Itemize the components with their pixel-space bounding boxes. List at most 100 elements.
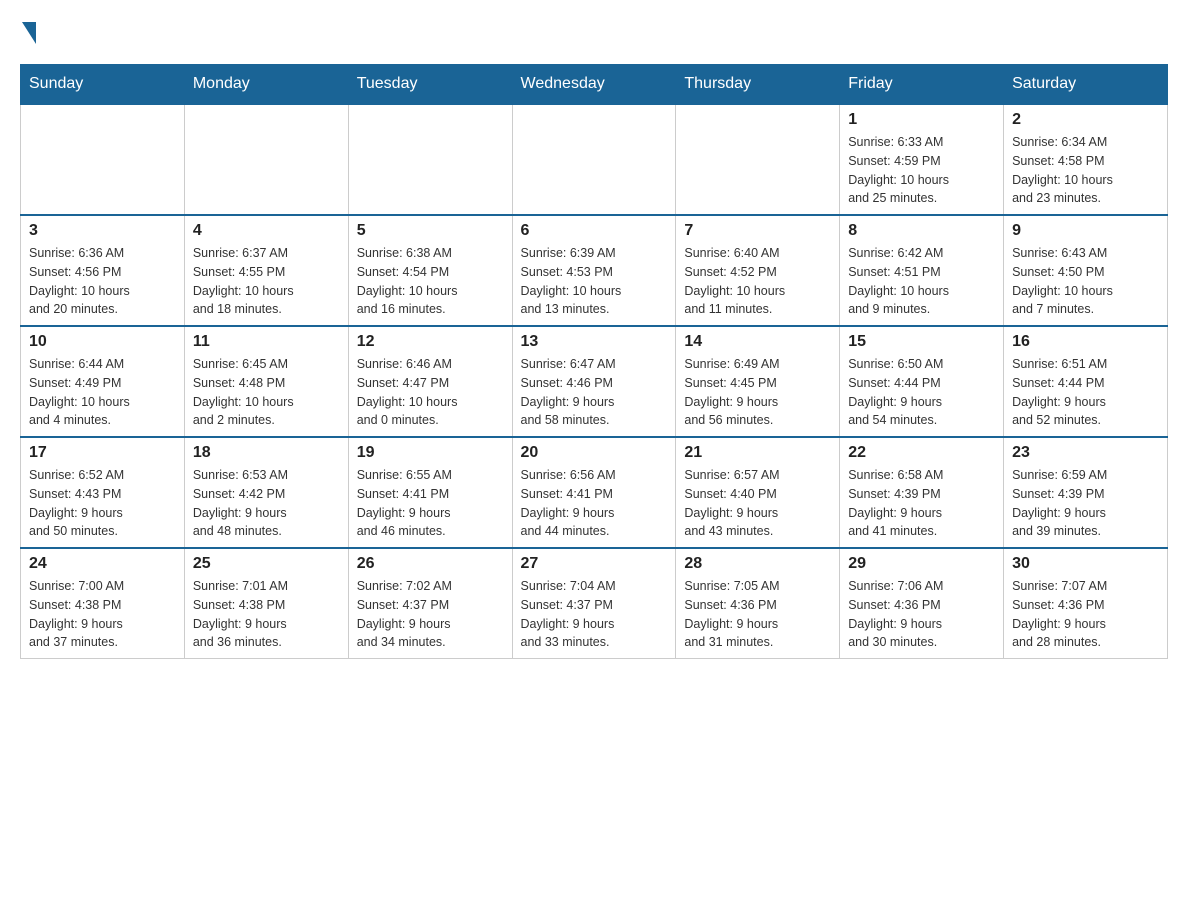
calendar-cell: 4 Sunrise: 6:37 AMSunset: 4:55 PMDaylight…	[184, 215, 348, 326]
calendar-cell: 5 Sunrise: 6:38 AMSunset: 4:54 PMDaylight…	[348, 215, 512, 326]
calendar-cell: 12 Sunrise: 6:46 AMSunset: 4:47 PMDayligh…	[348, 326, 512, 437]
day-info: Sunrise: 7:05 AMSunset: 4:36 PMDaylight:…	[684, 577, 831, 652]
day-header-tuesday: Tuesday	[348, 65, 512, 105]
day-info: Sunrise: 6:50 AMSunset: 4:44 PMDaylight:…	[848, 355, 995, 430]
day-info: Sunrise: 6:53 AMSunset: 4:42 PMDaylight:…	[193, 466, 340, 541]
calendar-table: SundayMondayTuesdayWednesdayThursdayFrid…	[20, 64, 1168, 659]
day-number: 11	[193, 333, 340, 351]
day-info: Sunrise: 6:42 AMSunset: 4:51 PMDaylight:…	[848, 244, 995, 319]
calendar-cell: 13Sunrise: 6:47 AMSunset: 4:46 PMDayligh…	[512, 326, 676, 437]
calendar-cell: 2 Sunrise: 6:34 AMSunset: 4:58 PMDaylight…	[1004, 104, 1168, 215]
calendar-cell	[21, 104, 185, 215]
day-info: Sunrise: 6:55 AMSunset: 4:41 PMDaylight:…	[357, 466, 504, 541]
page-header	[20, 20, 1168, 44]
day-number: 17	[29, 444, 176, 462]
day-info: Sunrise: 7:07 AMSunset: 4:36 PMDaylight:…	[1012, 577, 1159, 652]
calendar-cell: 26 Sunrise: 7:02 AMSunset: 4:37 PMDayligh…	[348, 548, 512, 659]
day-info: Sunrise: 7:01 AMSunset: 4:38 PMDaylight:…	[193, 577, 340, 652]
calendar-cell	[348, 104, 512, 215]
day-number: 25	[193, 555, 340, 573]
day-info: Sunrise: 6:36 AMSunset: 4:56 PMDaylight:…	[29, 244, 176, 319]
calendar-cell: 25 Sunrise: 7:01 AMSunset: 4:38 PMDayligh…	[184, 548, 348, 659]
logo	[20, 20, 36, 44]
day-header-friday: Friday	[840, 65, 1004, 105]
week-row-4: 17 Sunrise: 6:52 AMSunset: 4:43 PMDayligh…	[21, 437, 1168, 548]
day-number: 4	[193, 222, 340, 240]
calendar-cell: 18Sunrise: 6:53 AMSunset: 4:42 PMDayligh…	[184, 437, 348, 548]
calendar-cell: 15 Sunrise: 6:50 AMSunset: 4:44 PMDayligh…	[840, 326, 1004, 437]
calendar-cell: 10 Sunrise: 6:44 AMSunset: 4:49 PMDayligh…	[21, 326, 185, 437]
calendar-cell: 28 Sunrise: 7:05 AMSunset: 4:36 PMDayligh…	[676, 548, 840, 659]
calendar-cell: 7 Sunrise: 6:40 AMSunset: 4:52 PMDaylight…	[676, 215, 840, 326]
calendar-cell: 23Sunrise: 6:59 AMSunset: 4:39 PMDayligh…	[1004, 437, 1168, 548]
day-number: 27	[521, 555, 668, 573]
day-info: Sunrise: 6:38 AMSunset: 4:54 PMDaylight:…	[357, 244, 504, 319]
calendar-cell: 16 Sunrise: 6:51 AMSunset: 4:44 PMDayligh…	[1004, 326, 1168, 437]
day-header-sunday: Sunday	[21, 65, 185, 105]
day-info: Sunrise: 6:58 AMSunset: 4:39 PMDaylight:…	[848, 466, 995, 541]
calendar-cell: 27 Sunrise: 7:04 AMSunset: 4:37 PMDayligh…	[512, 548, 676, 659]
day-info: Sunrise: 6:37 AMSunset: 4:55 PMDaylight:…	[193, 244, 340, 319]
calendar-cell	[184, 104, 348, 215]
day-info: Sunrise: 6:44 AMSunset: 4:49 PMDaylight:…	[29, 355, 176, 430]
day-info: Sunrise: 6:39 AMSunset: 4:53 PMDaylight:…	[521, 244, 668, 319]
day-info: Sunrise: 6:52 AMSunset: 4:43 PMDaylight:…	[29, 466, 176, 541]
day-number: 5	[357, 222, 504, 240]
day-number: 20	[521, 444, 668, 462]
day-info: Sunrise: 7:04 AMSunset: 4:37 PMDaylight:…	[521, 577, 668, 652]
day-info: Sunrise: 6:45 AMSunset: 4:48 PMDaylight:…	[193, 355, 340, 430]
day-info: Sunrise: 6:40 AMSunset: 4:52 PMDaylight:…	[684, 244, 831, 319]
week-row-1: 1Sunrise: 6:33 AMSunset: 4:59 PMDaylight…	[21, 104, 1168, 215]
calendar-cell: 22 Sunrise: 6:58 AMSunset: 4:39 PMDayligh…	[840, 437, 1004, 548]
day-number: 23	[1012, 444, 1159, 462]
week-row-5: 24 Sunrise: 7:00 AMSunset: 4:38 PMDayligh…	[21, 548, 1168, 659]
day-number: 10	[29, 333, 176, 351]
day-number: 22	[848, 444, 995, 462]
calendar-cell: 14 Sunrise: 6:49 AMSunset: 4:45 PMDayligh…	[676, 326, 840, 437]
calendar-cell	[676, 104, 840, 215]
day-info: Sunrise: 6:56 AMSunset: 4:41 PMDaylight:…	[521, 466, 668, 541]
day-number: 24	[29, 555, 176, 573]
week-row-2: 3 Sunrise: 6:36 AMSunset: 4:56 PMDaylight…	[21, 215, 1168, 326]
day-info: Sunrise: 7:02 AMSunset: 4:37 PMDaylight:…	[357, 577, 504, 652]
day-number: 3	[29, 222, 176, 240]
calendar-cell: 11 Sunrise: 6:45 AMSunset: 4:48 PMDayligh…	[184, 326, 348, 437]
calendar-cell: 20 Sunrise: 6:56 AMSunset: 4:41 PMDayligh…	[512, 437, 676, 548]
day-info: Sunrise: 6:46 AMSunset: 4:47 PMDaylight:…	[357, 355, 504, 430]
day-number: 30	[1012, 555, 1159, 573]
day-header-thursday: Thursday	[676, 65, 840, 105]
day-header-wednesday: Wednesday	[512, 65, 676, 105]
day-number: 13	[521, 333, 668, 351]
calendar-cell: 9Sunrise: 6:43 AMSunset: 4:50 PMDaylight…	[1004, 215, 1168, 326]
day-header-monday: Monday	[184, 65, 348, 105]
day-number: 2	[1012, 111, 1159, 129]
day-number: 8	[848, 222, 995, 240]
calendar-cell: 29Sunrise: 7:06 AMSunset: 4:36 PMDayligh…	[840, 548, 1004, 659]
day-header-saturday: Saturday	[1004, 65, 1168, 105]
day-number: 7	[684, 222, 831, 240]
calendar-cell: 21Sunrise: 6:57 AMSunset: 4:40 PMDayligh…	[676, 437, 840, 548]
day-info: Sunrise: 6:51 AMSunset: 4:44 PMDaylight:…	[1012, 355, 1159, 430]
week-row-3: 10 Sunrise: 6:44 AMSunset: 4:49 PMDayligh…	[21, 326, 1168, 437]
day-info: Sunrise: 7:00 AMSunset: 4:38 PMDaylight:…	[29, 577, 176, 652]
calendar-cell: 19 Sunrise: 6:55 AMSunset: 4:41 PMDayligh…	[348, 437, 512, 548]
day-number: 26	[357, 555, 504, 573]
calendar-cell	[512, 104, 676, 215]
day-info: Sunrise: 6:57 AMSunset: 4:40 PMDaylight:…	[684, 466, 831, 541]
day-number: 12	[357, 333, 504, 351]
calendar-cell: 30 Sunrise: 7:07 AMSunset: 4:36 PMDayligh…	[1004, 548, 1168, 659]
day-number: 28	[684, 555, 831, 573]
calendar-header-row: SundayMondayTuesdayWednesdayThursdayFrid…	[21, 65, 1168, 105]
day-info: Sunrise: 6:34 AMSunset: 4:58 PMDaylight:…	[1012, 133, 1159, 208]
day-number: 14	[684, 333, 831, 351]
calendar-cell: 6Sunrise: 6:39 AMSunset: 4:53 PMDaylight…	[512, 215, 676, 326]
day-number: 16	[1012, 333, 1159, 351]
day-number: 15	[848, 333, 995, 351]
day-info: Sunrise: 6:49 AMSunset: 4:45 PMDaylight:…	[684, 355, 831, 430]
calendar-cell: 1Sunrise: 6:33 AMSunset: 4:59 PMDaylight…	[840, 104, 1004, 215]
day-number: 19	[357, 444, 504, 462]
day-number: 1	[848, 111, 995, 129]
calendar-cell: 8 Sunrise: 6:42 AMSunset: 4:51 PMDaylight…	[840, 215, 1004, 326]
calendar-cell: 24 Sunrise: 7:00 AMSunset: 4:38 PMDayligh…	[21, 548, 185, 659]
calendar-cell: 17 Sunrise: 6:52 AMSunset: 4:43 PMDayligh…	[21, 437, 185, 548]
